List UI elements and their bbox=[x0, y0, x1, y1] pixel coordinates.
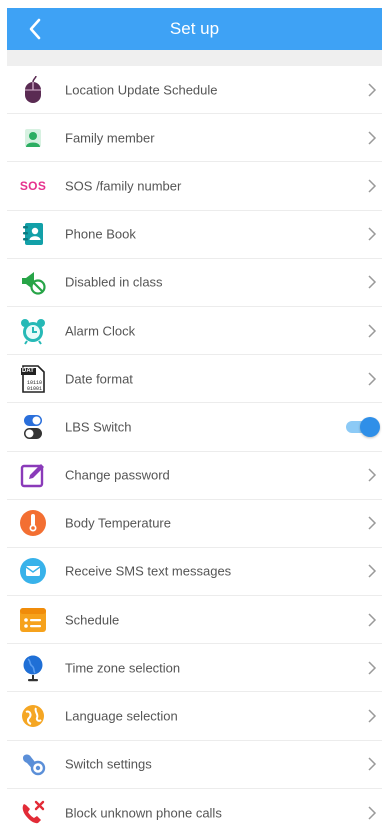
settings-item-date-format[interactable]: 10110 01001 DAT Date format bbox=[7, 355, 382, 404]
toggle-knob bbox=[360, 416, 380, 437]
language-icon bbox=[19, 702, 47, 730]
switch-settings-icon bbox=[19, 750, 47, 778]
settings-item-label: Date format bbox=[65, 371, 133, 387]
chevron-right-icon bbox=[368, 661, 377, 675]
section-gap bbox=[7, 50, 382, 66]
settings-item-label: Location Update Schedule bbox=[65, 82, 218, 98]
chevron-right-icon bbox=[368, 709, 377, 723]
switch-icon bbox=[19, 413, 47, 441]
settings-item-label: Disabled in class bbox=[65, 274, 163, 290]
settings-item-disabled-in-class[interactable]: Disabled in class bbox=[7, 258, 382, 307]
settings-item-label: Alarm Clock bbox=[65, 323, 136, 339]
edit-icon bbox=[19, 461, 47, 489]
settings-item-label: Change password bbox=[65, 467, 170, 483]
header-bar: Set up bbox=[7, 8, 382, 50]
settings-item-alarm-clock[interactable]: Alarm Clock bbox=[7, 306, 382, 356]
settings-item-label: Language selection bbox=[65, 708, 178, 724]
alarm-clock-icon bbox=[19, 317, 47, 345]
settings-item-time-zone[interactable]: Time zone selection bbox=[7, 644, 382, 693]
settings-item-language[interactable]: Language selection bbox=[7, 692, 382, 741]
class-disabled-icon bbox=[19, 268, 47, 296]
svg-text:01001: 01001 bbox=[27, 386, 42, 392]
settings-item-label: Body Temperature bbox=[65, 515, 171, 531]
sms-icon bbox=[19, 557, 47, 585]
chevron-right-icon bbox=[368, 564, 377, 578]
globe-icon bbox=[19, 654, 47, 682]
settings-item-receive-sms[interactable]: Receive SMS text messages bbox=[7, 547, 382, 597]
date-format-icon: 10110 01001 DAT bbox=[19, 364, 47, 393]
settings-item-label: SOS /family number bbox=[65, 178, 182, 194]
chevron-right-icon bbox=[368, 227, 377, 241]
settings-item-label: Block unknown phone calls bbox=[65, 805, 222, 821]
settings-item-sos-family-number[interactable]: SOS SOS /family number bbox=[7, 162, 382, 211]
chevron-right-icon bbox=[368, 806, 377, 820]
settings-item-label: Time zone selection bbox=[65, 660, 181, 676]
settings-item-label: Switch settings bbox=[65, 756, 152, 772]
settings-item-location-update-schedule[interactable]: Location Update Schedule bbox=[7, 66, 382, 115]
chevron-right-icon bbox=[368, 275, 377, 289]
thermometer-icon bbox=[19, 509, 47, 537]
chevron-right-icon bbox=[368, 131, 377, 145]
settings-list: Location Update Schedule Family member S… bbox=[7, 66, 382, 828]
chevron-right-icon bbox=[368, 179, 377, 193]
settings-item-schedule[interactable]: Schedule bbox=[7, 596, 382, 645]
chevron-right-icon bbox=[368, 83, 377, 97]
person-icon bbox=[19, 124, 47, 152]
chevron-right-icon bbox=[368, 468, 377, 482]
chevron-right-icon bbox=[368, 757, 377, 771]
settings-item-family-member[interactable]: Family member bbox=[7, 114, 382, 163]
mouse-icon bbox=[19, 75, 47, 104]
block-call-icon bbox=[19, 799, 47, 827]
sos-icon: SOS bbox=[19, 172, 47, 200]
settings-item-phone-book[interactable]: Phone Book bbox=[7, 210, 382, 259]
chevron-right-icon bbox=[368, 324, 377, 338]
page-title: Set up bbox=[169, 19, 220, 38]
settings-item-label: LBS Switch bbox=[65, 419, 132, 435]
settings-item-label: Schedule bbox=[65, 612, 120, 628]
settings-item-block-unknown-calls[interactable]: Block unknown phone calls bbox=[7, 788, 382, 828]
schedule-icon bbox=[19, 606, 47, 634]
settings-item-lbs-switch[interactable]: LBS Switch bbox=[7, 403, 382, 452]
chevron-right-icon bbox=[368, 613, 377, 627]
settings-item-body-temperature[interactable]: Body Temperature bbox=[7, 499, 382, 548]
settings-item-switch-settings[interactable]: Switch settings bbox=[7, 740, 382, 789]
settings-item-label: Phone Book bbox=[65, 226, 136, 242]
chevron-right-icon bbox=[368, 516, 377, 530]
settings-item-label: Family member bbox=[65, 130, 155, 146]
chevron-right-icon bbox=[368, 372, 377, 386]
date-format-icon-text: DAT bbox=[22, 367, 34, 374]
settings-item-change-password[interactable]: Change password bbox=[7, 451, 382, 500]
settings-item-label: Receive SMS text messages bbox=[65, 563, 232, 579]
sos-icon-text: SOS bbox=[19, 178, 47, 193]
lbs-toggle[interactable] bbox=[346, 416, 380, 438]
phone-book-icon bbox=[19, 220, 47, 248]
